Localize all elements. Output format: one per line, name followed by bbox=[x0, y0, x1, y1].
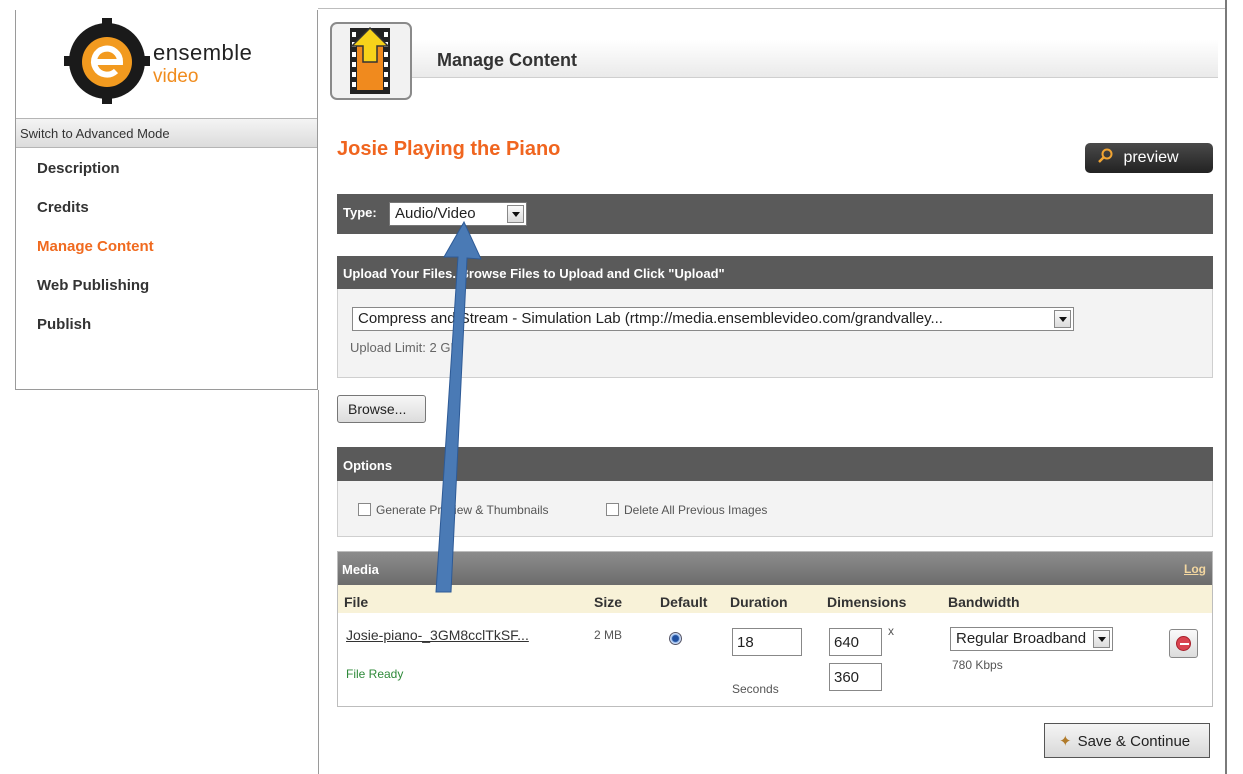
remove-icon bbox=[1176, 636, 1191, 651]
delete-images-label: Delete All Previous Images bbox=[624, 503, 768, 517]
file-status: File Ready bbox=[346, 667, 404, 681]
col-size: Size bbox=[594, 594, 623, 610]
page-header: Manage Content bbox=[412, 40, 1218, 78]
duration-input[interactable]: 18 bbox=[732, 628, 802, 656]
bandwidth-value: Regular Broadband bbox=[956, 630, 1087, 647]
upload-limit: Upload Limit: 2 GB bbox=[350, 340, 460, 355]
sidebar-item-publish[interactable]: Publish bbox=[37, 316, 154, 355]
main-left-divider bbox=[318, 390, 319, 774]
file-link[interactable]: Josie-piano-_3GM8cclTkSF... bbox=[346, 627, 529, 643]
switch-advanced-mode-link[interactable]: Switch to Advanced Mode bbox=[16, 118, 317, 148]
width-input[interactable]: 640 bbox=[829, 628, 882, 656]
delete-images-option[interactable]: Delete All Previous Images bbox=[606, 503, 767, 517]
generate-preview-checkbox[interactable] bbox=[358, 503, 371, 516]
encoding-profile-select[interactable]: Compress and Stream - Simulation Lab (rt… bbox=[352, 307, 1074, 331]
options-header: Options bbox=[337, 447, 1213, 481]
browse-button[interactable]: Browse... bbox=[337, 395, 426, 423]
log-link[interactable]: Log bbox=[1184, 562, 1206, 576]
sidebar-item-description[interactable]: Description bbox=[37, 160, 154, 199]
search-icon bbox=[1098, 148, 1113, 163]
type-select[interactable]: Audio/Video bbox=[389, 202, 527, 226]
bandwidth-select[interactable]: Regular Broadband bbox=[950, 627, 1113, 651]
preview-button[interactable]: preview bbox=[1085, 143, 1213, 173]
preview-label: preview bbox=[1123, 149, 1179, 166]
encoding-profile-value: Compress and Stream - Simulation Lab (rt… bbox=[358, 310, 943, 327]
media-column-headers: File Size Default Duration Dimensions Ba… bbox=[338, 585, 1212, 613]
default-radio[interactable] bbox=[669, 632, 682, 645]
duration-unit: Seconds bbox=[732, 682, 779, 696]
col-dimensions: Dimensions bbox=[827, 594, 907, 610]
height-input[interactable]: 360 bbox=[829, 663, 882, 691]
sidebar-item-manage-content[interactable]: Manage Content bbox=[37, 238, 154, 277]
media-header: Media Log bbox=[338, 552, 1212, 585]
delete-media-button[interactable] bbox=[1169, 629, 1198, 658]
save-continue-label: Save & Continue bbox=[1077, 733, 1191, 750]
sidebar-nav: Description Credits Manage Content Web P… bbox=[37, 160, 154, 355]
delete-images-checkbox[interactable] bbox=[606, 503, 619, 516]
chevron-down-icon bbox=[507, 205, 524, 223]
sidebar-item-credits[interactable]: Credits bbox=[37, 199, 154, 238]
col-file: File bbox=[344, 594, 369, 610]
ensemble-logo-icon bbox=[64, 18, 150, 104]
sidebar: ensemble video Switch to Advanced Mode D… bbox=[15, 10, 318, 390]
type-select-value: Audio/Video bbox=[395, 205, 476, 222]
col-bandwidth: Bandwidth bbox=[948, 594, 1020, 610]
sidebar-item-web-publishing[interactable]: Web Publishing bbox=[37, 277, 154, 316]
save-continue-button[interactable]: ✦ Save & Continue bbox=[1044, 723, 1210, 758]
generate-preview-label: Generate Preview & Thumbnails bbox=[376, 503, 549, 517]
type-bar: Type: Audio/Video bbox=[337, 194, 1213, 234]
media-table: Media Log File Size Default Duration Dim… bbox=[337, 551, 1213, 707]
brand-logo: ensemble video bbox=[64, 18, 284, 108]
content-title: Josie Playing the Piano bbox=[337, 138, 561, 160]
dimension-separator: x bbox=[888, 624, 894, 638]
brand-name: ensemble bbox=[153, 40, 253, 65]
right-divider bbox=[1225, 0, 1227, 774]
page-title: Manage Content bbox=[437, 50, 578, 70]
options-panel: Generate Preview & Thumbnails Delete All… bbox=[337, 481, 1213, 537]
brand-subtitle: video bbox=[153, 66, 199, 87]
type-label: Type: bbox=[343, 205, 377, 220]
top-divider bbox=[318, 8, 1226, 9]
save-icon: ✦ bbox=[1059, 733, 1072, 750]
upload-header: Upload Your Files. Browse Files to Uploa… bbox=[337, 256, 1213, 289]
chevron-down-icon bbox=[1054, 310, 1071, 328]
chevron-down-icon bbox=[1093, 630, 1110, 648]
media-title: Media bbox=[342, 562, 379, 577]
bitrate: 780 Kbps bbox=[952, 658, 1003, 672]
film-upload-icon bbox=[330, 22, 412, 100]
file-size: 2 MB bbox=[594, 628, 623, 642]
upload-panel: Compress and Stream - Simulation Lab (rt… bbox=[337, 289, 1213, 378]
generate-preview-option[interactable]: Generate Preview & Thumbnails bbox=[358, 503, 549, 517]
col-default: Default bbox=[660, 594, 708, 610]
col-duration: Duration bbox=[730, 594, 788, 610]
